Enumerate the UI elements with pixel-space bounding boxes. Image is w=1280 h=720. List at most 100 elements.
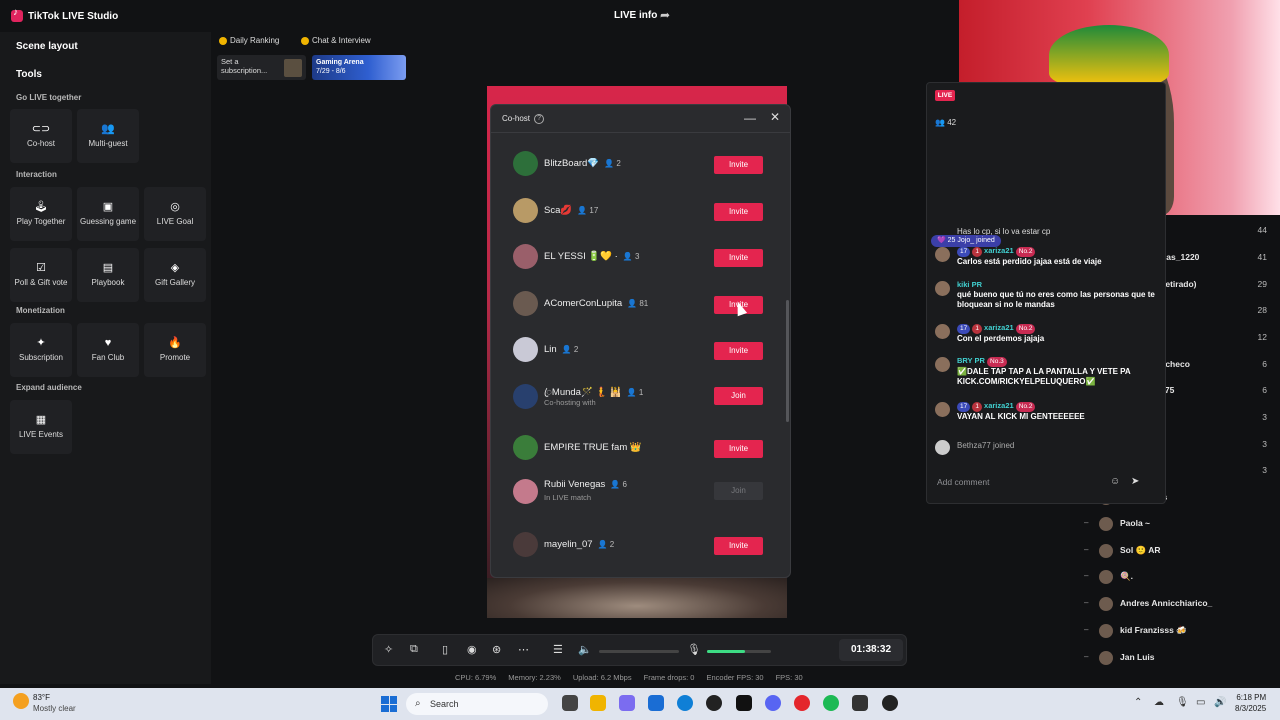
tool-promote[interactable]: 🔥 Promote: [144, 323, 206, 377]
leaderboard-row[interactable]: – Sol 🙂 AR: [1084, 541, 1280, 561]
microphone-icon[interactable]: 🎙: [687, 643, 701, 656]
windows-start-icon[interactable]: [381, 696, 397, 712]
cohost-action-button[interactable]: Invite: [714, 440, 763, 458]
cohost-action-button[interactable]: Invite: [714, 203, 763, 221]
scrollbar[interactable]: [786, 300, 789, 422]
joystick-icon: 🕹: [34, 201, 48, 213]
person-icon: 👤: [627, 299, 638, 308]
volume-icon[interactable]: 🔊: [1214, 697, 1226, 708]
chat-interview-chip[interactable]: Chat & Interview: [301, 33, 371, 48]
tool-guessing-game[interactable]: ▣ Guessing game: [77, 187, 139, 241]
avatar: [1099, 651, 1113, 665]
tool-gift-gallery[interactable]: ◈ Gift Gallery: [144, 248, 206, 302]
leaderboard-row[interactable]: – Paola ~: [1084, 514, 1280, 534]
send-icon[interactable]: ➤: [1131, 476, 1139, 487]
taskbar-search[interactable]: ⌕ Search: [406, 693, 548, 715]
avatar: [1099, 517, 1113, 531]
speaker-icon[interactable]: 🔈: [578, 643, 592, 656]
file-explorer-icon[interactable]: [590, 695, 606, 711]
mic-tray-icon[interactable]: 🎙: [1176, 697, 1189, 708]
chat-username[interactable]: kiki PR: [957, 280, 982, 289]
tool-play-together[interactable]: 🕹 Play Together: [10, 187, 72, 241]
leaderboard-row[interactable]: – Jan Luis: [1084, 648, 1280, 668]
store-icon[interactable]: [648, 695, 664, 711]
adjust-icon[interactable]: ☰: [553, 643, 563, 656]
leaderboard-row[interactable]: – kid Franzisss 🍻: [1084, 621, 1280, 641]
cohost-action-button[interactable]: Invite: [714, 249, 763, 267]
cohost-action-button[interactable]: Invite: [714, 342, 763, 360]
mic-level-fill: [707, 650, 746, 653]
spotify-icon[interactable]: [823, 695, 839, 711]
share-icon[interactable]: ➦: [660, 8, 670, 22]
tool-subscription[interactable]: ✦ Subscription: [10, 323, 72, 377]
tool-live-goal[interactable]: ◎ LIVE Goal: [144, 187, 206, 241]
leaderboard-row[interactable]: – 🍭.: [1084, 567, 1280, 587]
performance-stats: CPU: 6.79% Memory: 2.23% Upload: 6.2 Mbp…: [455, 673, 815, 682]
tray-app-icon[interactable]: ☁: [1154, 697, 1164, 708]
cohost-action-button[interactable]: Invite: [714, 156, 763, 174]
gifter-score: 3: [1262, 412, 1267, 422]
cohost-name-text: EL YESSI 🔋💛 ·: [544, 251, 618, 262]
minimize-icon[interactable]: —: [744, 111, 756, 125]
clock-date: 8/3/2025: [1235, 704, 1267, 713]
tool-poll-gift-vote[interactable]: ☑ Poll & Gift vote: [10, 248, 72, 302]
camera-settings-icon[interactable]: ⊛: [492, 643, 501, 656]
screen-share-icon[interactable]: ⧉: [410, 643, 418, 656]
gaming-arena-card[interactable]: Gaming Arena 7/29 - 8/6: [312, 55, 406, 80]
go-live-together-heading: Go LIVE together: [16, 93, 82, 102]
trophy-icon: [219, 36, 227, 45]
edge-icon[interactable]: [677, 695, 693, 711]
tiktok-taskbar-icon[interactable]: [736, 695, 752, 711]
cohost-action-button[interactable]: Invite: [714, 537, 763, 555]
cohost-row: Lin 👤 2 Invite: [491, 329, 781, 369]
discord-icon[interactable]: [765, 695, 781, 711]
mic-level-meter: [707, 650, 771, 653]
leaderboard-row[interactable]: – Andres Annicchiarico_: [1084, 594, 1280, 614]
chat-text: VAYAN AL KICK MI GENTEEEEEE: [957, 412, 1085, 421]
add-comment-input[interactable]: Add comment: [930, 472, 1120, 492]
opera-icon[interactable]: [794, 695, 810, 711]
tool-playbook[interactable]: ▤ Playbook: [77, 248, 139, 302]
subscription-card[interactable]: Set a subscription...: [217, 55, 306, 80]
avatar: [1099, 544, 1113, 558]
emoji-icon[interactable]: ☺: [1110, 476, 1120, 487]
app-icon[interactable]: [882, 695, 898, 711]
cohost-action-button[interactable]: Join: [714, 482, 763, 500]
chat-username[interactable]: xariza21: [984, 323, 1014, 332]
phone-icon[interactable]: ▯: [442, 643, 448, 656]
taskbar-clock[interactable]: 6:18 PM 8/3/2025: [1235, 692, 1266, 714]
cohost-row: mayelin_07 👤 2 Invite: [491, 524, 781, 564]
avatar: [513, 291, 538, 316]
magic-wand-icon[interactable]: ✧: [384, 643, 393, 656]
chevron-up-icon[interactable]: ⌃: [1134, 697, 1142, 708]
copilot-icon[interactable]: [619, 695, 635, 711]
tool-cohost[interactable]: ⊂⊃ Co-host: [10, 109, 72, 163]
follower-count-value: 17: [589, 206, 599, 215]
daily-ranking-chip[interactable]: Daily Ranking: [219, 33, 279, 48]
interaction-heading: Interaction: [16, 170, 57, 179]
person-icon: 👤: [561, 345, 572, 354]
avatar: [513, 532, 538, 557]
chat-username[interactable]: BRY PR: [957, 356, 985, 365]
volume-slider[interactable]: [599, 650, 679, 653]
level-badge: 17: [957, 402, 971, 412]
app-icon[interactable]: [852, 695, 868, 711]
cohost-action-button[interactable]: Join: [714, 387, 763, 405]
chat-meta: 17 1 xariza21 No.2: [957, 401, 1157, 412]
taskview-icon[interactable]: [562, 695, 578, 711]
chat-username[interactable]: xariza21: [984, 401, 1014, 410]
chat-username[interactable]: xariza21: [984, 246, 1014, 255]
app-icon[interactable]: [706, 695, 722, 711]
weather-icon[interactable]: [13, 693, 29, 709]
tool-multi-guest[interactable]: 👥 Multi-guest: [77, 109, 139, 163]
close-icon[interactable]: ✕: [770, 110, 780, 124]
tool-live-events[interactable]: ▦ LIVE Events: [10, 400, 72, 454]
more-icon[interactable]: ⋯: [518, 643, 529, 656]
record-icon[interactable]: ◉: [467, 643, 477, 656]
tool-fan-club[interactable]: ♥ Fan Club: [77, 323, 139, 377]
network-icon[interactable]: ▭: [1196, 697, 1205, 708]
rank-number: –: [1084, 652, 1089, 661]
scene-layout-heading[interactable]: Scene layout: [16, 41, 78, 52]
live-info-title[interactable]: LIVE info: [614, 10, 657, 21]
help-icon[interactable]: ?: [534, 113, 545, 124]
